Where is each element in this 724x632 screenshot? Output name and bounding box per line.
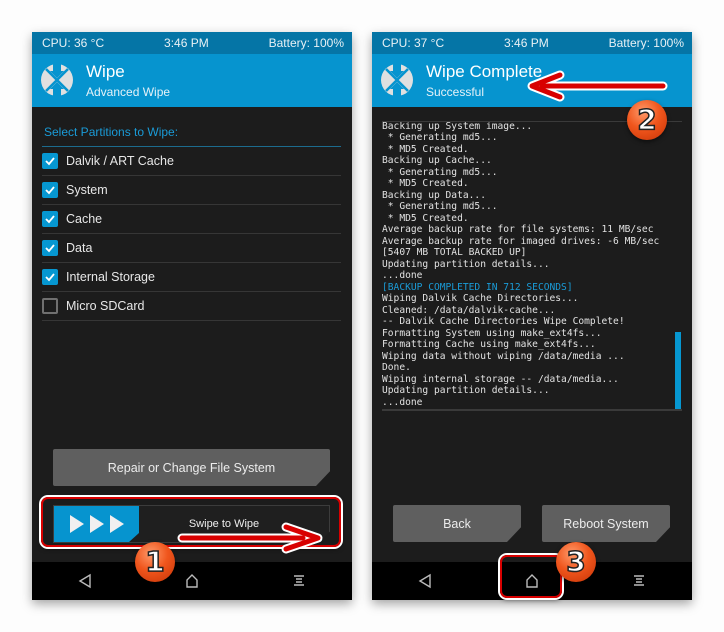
checkbox-checked[interactable]: [42, 153, 58, 169]
console-line: * MD5 Created.: [382, 178, 469, 189]
back-triangle-icon: [78, 573, 92, 589]
console-line: Done.: [382, 362, 411, 373]
checkbox-checked[interactable]: [42, 182, 58, 198]
console-line: Backing up Data...: [382, 189, 486, 201]
status-bar: CPU: 37 °C 3:46 PM Battery: 100%: [372, 32, 692, 54]
console-line: Cleaned: /data/dalvik-cache...: [382, 304, 556, 316]
checkmark-icon: [45, 186, 55, 195]
page-subtitle: Advanced Wipe: [86, 85, 171, 99]
partition-item[interactable]: Cache: [42, 205, 341, 234]
annotation-badge-3: 3: [556, 542, 596, 582]
section-label: Select Partitions to Wipe:: [44, 125, 179, 139]
console-line: Updating partition details...: [382, 385, 550, 396]
battery-level: Battery: 100%: [268, 36, 344, 50]
console-line: Average backup rate for file systems: 11…: [382, 224, 654, 235]
navigation-bar: [32, 562, 352, 600]
console-line: Wiping data without wiping /data/media .…: [382, 350, 625, 362]
console-line: -- Dalvik Cache Directories Wipe Complet…: [382, 316, 625, 327]
partition-item[interactable]: Data: [42, 234, 341, 263]
partition-item[interactable]: Internal Storage: [42, 263, 341, 292]
partition-label: Dalvik / ART Cache: [66, 154, 174, 168]
console-line: ...done: [382, 270, 423, 281]
checkmark-icon: [45, 215, 55, 224]
checkmark-icon: [45, 244, 55, 253]
menu-lines-icon: [633, 575, 644, 586]
checkmark-icon: [45, 157, 55, 166]
nav-back-button[interactable]: [405, 566, 445, 596]
checkbox-checked[interactable]: [42, 269, 58, 285]
annotation-arrow-right-icon: [177, 522, 323, 554]
console-line: Formatting Cache using make_ext4fs...: [382, 339, 596, 350]
partition-label: Cache: [66, 212, 103, 226]
page-title: Wipe Complete: [426, 62, 543, 81]
partition-label: Internal Storage: [66, 270, 155, 284]
home-icon: [186, 574, 198, 588]
back-button[interactable]: Back: [393, 505, 521, 542]
twrp-logo-icon: [381, 64, 413, 96]
page-title: Wipe: [86, 62, 125, 81]
checkbox-unchecked[interactable]: [42, 298, 58, 314]
nav-menu-button[interactable]: [279, 566, 319, 596]
console-lines: Backing up System image... * Generating …: [382, 122, 670, 408]
console-line: * Generating md5...: [382, 166, 498, 178]
partition-label: System: [66, 183, 108, 197]
reboot-system-button[interactable]: Reboot System: [542, 505, 670, 542]
console-line: Wiping internal storage -- /data/media..…: [382, 373, 619, 385]
console-line: Wiping Dalvik Cache Directories...: [382, 293, 579, 304]
partition-list: Dalvik / ART Cache System Cache Data Interna…: [42, 147, 341, 321]
repair-filesystem-button[interactable]: Repair or Change File System: [53, 449, 330, 486]
cpu-temp: CPU: 37 °C: [382, 36, 445, 50]
console-line: Formatting System using make_ext4fs...: [382, 327, 602, 339]
console-line: Backing up Cache...: [382, 155, 492, 166]
console-line: [5407 MB TOTAL BACKED UP]: [382, 247, 527, 258]
console-scrollbar[interactable]: [675, 332, 681, 409]
partition-item[interactable]: System: [42, 176, 341, 205]
nav-menu-button[interactable]: [619, 566, 659, 596]
checkmark-icon: [45, 273, 55, 282]
partition-label: Micro SDCard: [66, 299, 145, 313]
partition-label: Data: [66, 241, 93, 255]
header: Wipe Advanced Wipe: [32, 54, 352, 107]
checkbox-checked[interactable]: [42, 211, 58, 227]
console-line: * MD5 Created.: [382, 143, 469, 155]
console-line: [BACKUP COMPLETED IN 712 SECONDS]: [382, 281, 573, 293]
page-subtitle: Successful: [426, 85, 485, 99]
nav-back-button[interactable]: [65, 566, 105, 596]
annotation-arrow-left-icon: [527, 70, 668, 102]
console-log[interactable]: Backing up System image... * Generating …: [382, 121, 682, 411]
menu-lines-icon: [293, 575, 304, 586]
clock: 3:46 PM: [504, 36, 549, 50]
partition-item[interactable]: Micro SDCard: [42, 292, 341, 321]
cpu-temp: CPU: 36 °C: [42, 36, 105, 50]
partition-item[interactable]: Dalvik / ART Cache: [42, 147, 341, 176]
clock: 3:46 PM: [164, 36, 209, 50]
console-line: * MD5 Created.: [382, 212, 469, 224]
annotation-highlight-home: [500, 555, 562, 598]
checkbox-checked[interactable]: [42, 240, 58, 256]
annotation-badge-2: 2: [627, 100, 667, 140]
status-bar: CPU: 36 °C 3:46 PM Battery: 100%: [32, 32, 352, 54]
console-line: * Generating md5...: [382, 132, 498, 143]
console-line: ...done: [382, 396, 423, 408]
nav-home-button[interactable]: [172, 566, 212, 596]
console-line: * Generating md5...: [382, 201, 498, 212]
console-line: Updating partition details...: [382, 258, 550, 270]
twrp-logo-icon: [41, 64, 73, 96]
annotation-badge-1: 1: [135, 542, 175, 582]
battery-level: Battery: 100%: [608, 36, 684, 50]
back-triangle-icon: [418, 573, 432, 589]
console-line: Average backup rate for imaged drives: -…: [382, 235, 660, 247]
